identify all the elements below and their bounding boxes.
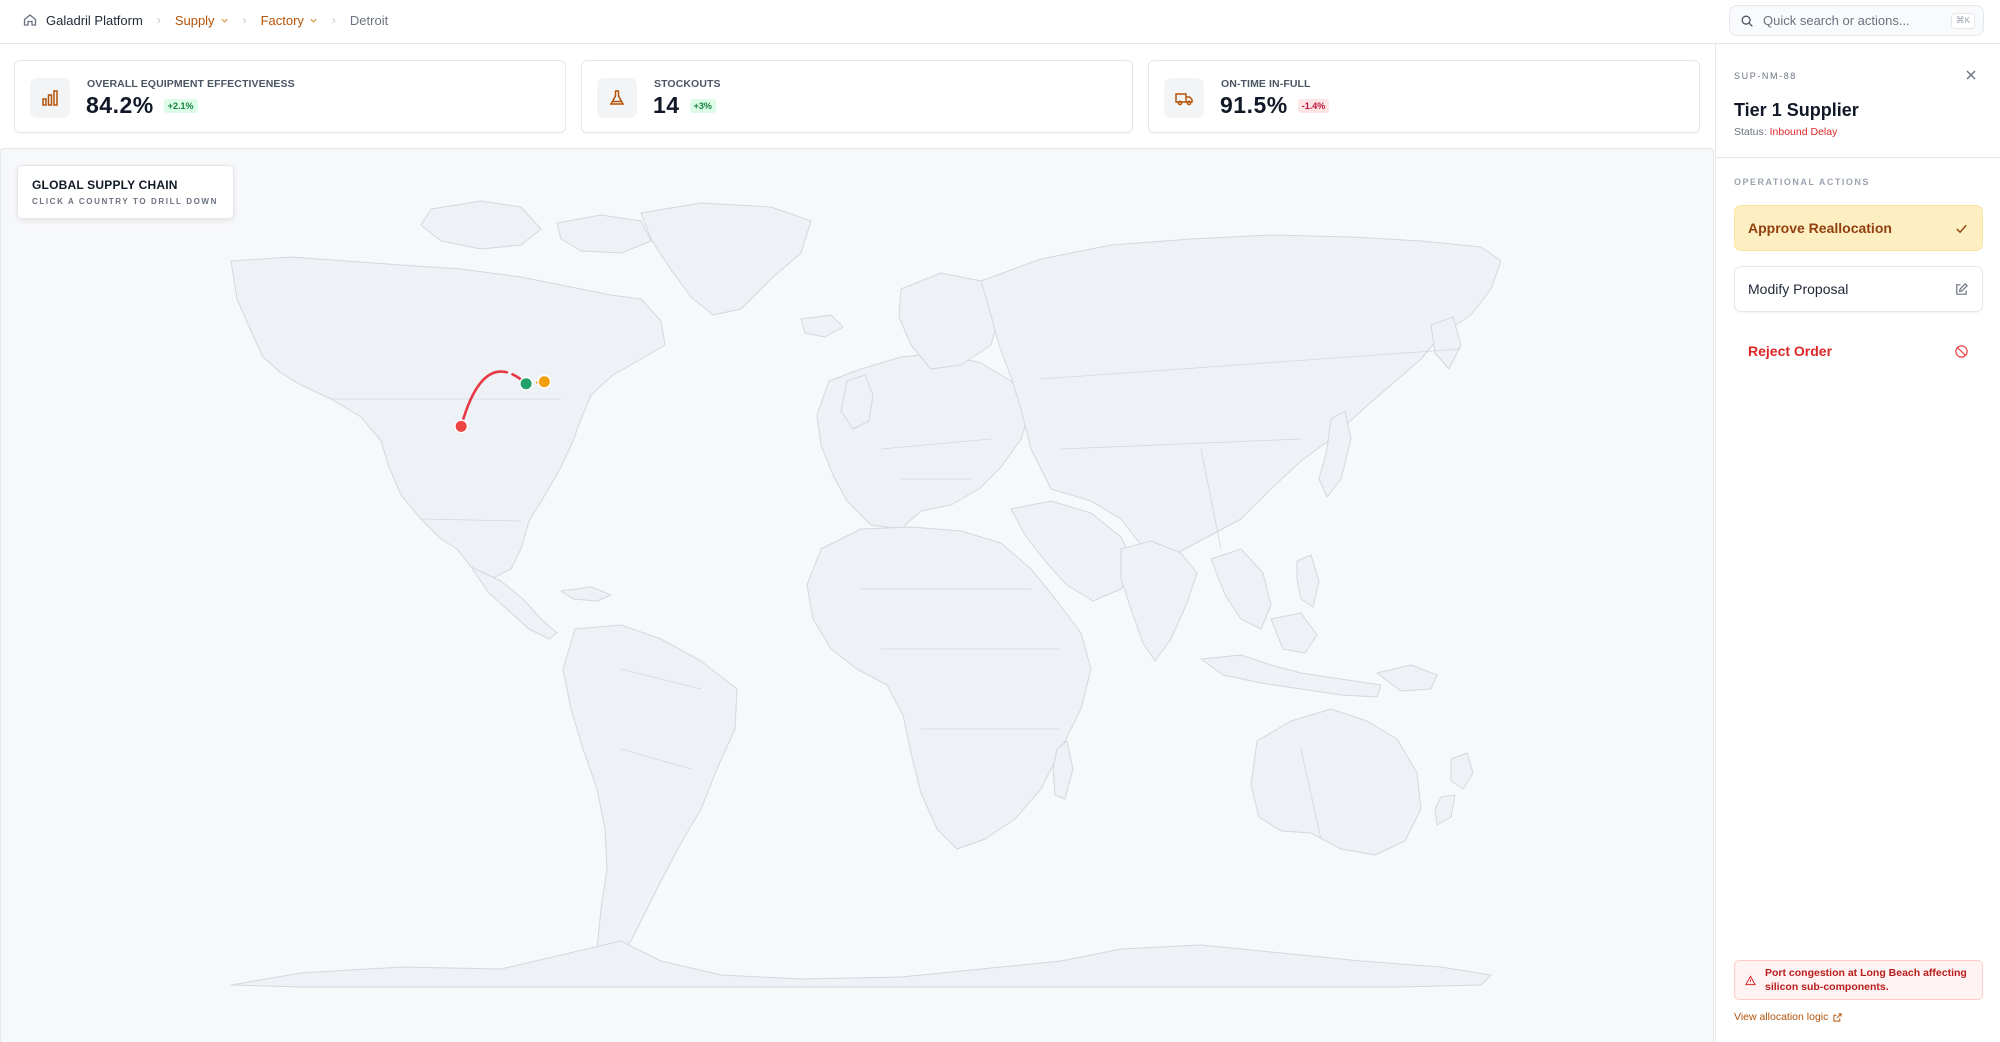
- world-map-panel[interactable]: GLOBAL SUPPLY CHAIN CLICK A COUNTRY TO D…: [0, 148, 1714, 1042]
- chevron-down-icon: [220, 18, 228, 23]
- kpi-delta-badge: -1.4%: [1297, 98, 1330, 113]
- section-heading: OPERATIONAL ACTIONS: [1734, 177, 1870, 187]
- breadcrumb-current: Detroit: [349, 12, 389, 28]
- divider: [1716, 157, 2000, 158]
- ban-icon: [1955, 344, 1968, 358]
- kpi-value-row: 91.5% -1.4%: [1220, 92, 1330, 119]
- modify-label: Modify Proposal: [1748, 281, 1849, 297]
- country-shape[interactable]: [230, 256, 666, 580]
- kpi-delta-badge: +2.1%: [163, 98, 198, 113]
- bar-chart-icon: [42, 90, 58, 106]
- supplier-id: SUP-NM-88: [1734, 71, 1797, 81]
- status-line: Status: Inbound Delay: [1734, 126, 1837, 138]
- kpi-label: ON-TIME IN-FULL: [1221, 78, 1311, 90]
- kpi-value: 84.2%: [86, 92, 154, 118]
- breadcrumb-supply[interactable]: Supply: [175, 13, 229, 28]
- approve-label: Approve Reallocation: [1748, 220, 1892, 236]
- country-shape[interactable]: [1434, 794, 1456, 826]
- close-icon[interactable]: [1964, 68, 1978, 82]
- search-box[interactable]: ⌘K: [1729, 5, 1984, 36]
- breadcrumb: Galadril Platform › Supply › Factory › D…: [22, 0, 388, 40]
- check-icon: [1956, 224, 1967, 233]
- country-shape[interactable]: [562, 624, 738, 962]
- modify-proposal-button[interactable]: Modify Proposal: [1734, 266, 1983, 312]
- alert-message: Port congestion at Long Beach affecting …: [1765, 967, 1967, 993]
- country-shape[interactable]: [1270, 612, 1318, 654]
- chevron-right-icon: ›: [156, 13, 161, 27]
- country-shape[interactable]: [816, 352, 1032, 530]
- country-shape[interactable]: [1250, 708, 1422, 856]
- top-bar: Galadril Platform › Supply › Factory › D…: [0, 0, 2000, 44]
- kpi-icon-box: [30, 78, 70, 118]
- detail-panel: SUP-NM-88 Tier 1 Supplier Status: Inboun…: [1715, 44, 2000, 1042]
- map-node-supplier[interactable]: [455, 420, 467, 432]
- edit-icon: [1956, 282, 1968, 295]
- country-shape[interactable]: [556, 214, 652, 254]
- kpi-card-otif[interactable]: ON-TIME IN-FULL 91.5% -1.4%: [1148, 60, 1700, 133]
- country-shape[interactable]: [230, 940, 1492, 988]
- home-icon[interactable]: [22, 12, 38, 28]
- chevron-right-icon: ›: [242, 13, 247, 27]
- reject-order-button[interactable]: Reject Order: [1734, 328, 1983, 374]
- approve-reallocation-button[interactable]: Approve Reallocation: [1734, 205, 1983, 251]
- kpi-label: STOCKOUTS: [654, 78, 721, 90]
- breadcrumb-supply-label: Supply: [174, 12, 215, 28]
- panel-title: Tier 1 Supplier: [1734, 100, 1859, 120]
- breadcrumb-factory[interactable]: Factory: [261, 13, 318, 28]
- search-input[interactable]: [1763, 13, 1951, 28]
- map-subtitle: CLICK A COUNTRY TO DRILL DOWN: [32, 197, 218, 206]
- country-shape[interactable]: [470, 566, 558, 640]
- chevron-right-icon: ›: [331, 13, 336, 27]
- truck-icon: [1175, 93, 1193, 106]
- alert-banner: Port congestion at Long Beach affecting …: [1734, 960, 1983, 1000]
- flask-icon: [609, 90, 625, 105]
- kpi-value-row: 14 +3%: [653, 92, 716, 119]
- kpi-delta-badge: +3%: [689, 98, 716, 113]
- kpi-value: 14: [653, 92, 680, 118]
- kpi-value-row: 84.2% +2.1%: [86, 92, 198, 119]
- breadcrumb-root[interactable]: Galadril Platform: [46, 13, 143, 28]
- status-label: Status:: [1734, 126, 1767, 138]
- breadcrumb-factory-label: Factory: [260, 12, 304, 28]
- map-title: GLOBAL SUPPLY CHAIN: [32, 178, 178, 192]
- link-label: View allocation logic: [1734, 1011, 1829, 1023]
- reject-label: Reject Order: [1748, 343, 1833, 359]
- kpi-card-stockouts[interactable]: STOCKOUTS 14 +3%: [581, 60, 1133, 133]
- view-allocation-logic-link[interactable]: View allocation logic: [1734, 1011, 1842, 1023]
- map-node-factory[interactable]: [520, 378, 532, 390]
- kpi-value: 91.5%: [1220, 92, 1288, 118]
- country-shape[interactable]: [1376, 664, 1438, 692]
- country-shape[interactable]: [1120, 540, 1198, 662]
- kpi-card-oee[interactable]: OVERALL EQUIPMENT EFFECTIVENESS 84.2% +2…: [14, 60, 566, 133]
- warning-icon: [1745, 974, 1756, 985]
- shortcut-hint: ⌘K: [1950, 12, 1975, 29]
- country-shape[interactable]: [420, 200, 542, 250]
- map-node-distribution[interactable]: [538, 376, 550, 388]
- external-link-icon: [1833, 1012, 1842, 1022]
- country-shape[interactable]: [1450, 752, 1474, 790]
- search-icon: [1741, 15, 1753, 27]
- kpi-icon-box: [597, 78, 637, 118]
- chevron-down-icon: [310, 18, 317, 23]
- country-shape[interactable]: [806, 526, 1092, 850]
- country-shape[interactable]: [1296, 554, 1320, 608]
- map-title-card: GLOBAL SUPPLY CHAIN CLICK A COUNTRY TO D…: [17, 165, 234, 219]
- kpi-label: OVERALL EQUIPMENT EFFECTIVENESS: [87, 78, 295, 90]
- country-shape[interactable]: [1200, 654, 1382, 698]
- status-value: Inbound Delay: [1769, 126, 1838, 138]
- country-shape[interactable]: [1210, 548, 1272, 630]
- kpi-icon-box: [1164, 78, 1204, 118]
- country-shape[interactable]: [560, 586, 612, 602]
- country-shape[interactable]: [640, 202, 812, 316]
- world-map[interactable]: [1, 149, 1714, 1042]
- country-shape[interactable]: [800, 314, 844, 338]
